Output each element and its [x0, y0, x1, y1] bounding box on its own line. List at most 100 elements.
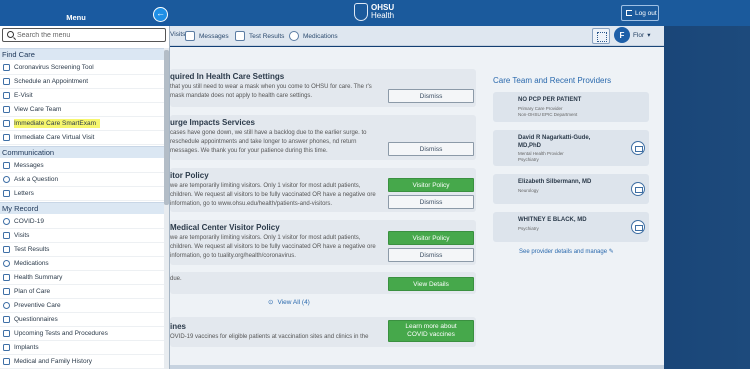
menu-search-input[interactable] — [17, 30, 163, 40]
view-all-link[interactable]: ⊙ View All (4) — [268, 298, 310, 307]
dismiss-button[interactable]: Dismiss — [388, 248, 474, 262]
pill-icon — [3, 259, 10, 267]
menu-item-messages[interactable]: Messages — [0, 159, 164, 173]
ohsu-logo[interactable]: OHSU Health — [354, 3, 394, 21]
questionnaire-icon — [3, 315, 10, 323]
menu-item-label: Immediate Care SmartExam — [14, 118, 100, 128]
alert-title: ines — [170, 322, 187, 331]
menu-search[interactable] — [2, 28, 166, 42]
message-provider-icon[interactable] — [631, 141, 645, 155]
clipboard-icon — [3, 63, 10, 71]
menu-item-label: Coronavirus Screening Tool — [14, 63, 94, 71]
menu-item-visits[interactable]: Visits — [0, 229, 164, 243]
care-team-icon — [3, 105, 10, 113]
menu-item-coronavirus-screening[interactable]: Coronavirus Screening Tool — [0, 61, 164, 75]
side-menu: Menu ← Find Care Coronavirus Screening T… — [0, 0, 170, 369]
care-team-panel: Care Team and Recent Providers NO PCP PE… — [485, 70, 655, 270]
visitor-policy-button[interactable]: Visitor Policy — [388, 178, 474, 192]
menu-item-implants[interactable]: Implants — [0, 341, 164, 355]
provider-card[interactable]: David R Nagarkatti-Gude, MD,PhD Mental H… — [493, 130, 649, 166]
menu-item-label: Health Summary — [14, 273, 63, 281]
menu-item-preventive-care[interactable]: Preventive Care — [0, 299, 164, 313]
menu-section-find-care: Find Care — [0, 48, 164, 60]
message-provider-icon[interactable] — [631, 220, 645, 234]
alert-card: ines OVID-19 vaccines for eligible patie… — [170, 317, 476, 347]
menu-item-immediate-care-virtual-visit[interactable]: Immediate Care Virtual Visit — [0, 131, 164, 145]
menu-scrollbar[interactable] — [164, 48, 169, 369]
see-provider-details-label: See provider details and manage — [519, 249, 608, 255]
dismiss-button[interactable]: Dismiss — [388, 89, 474, 103]
menu-item-ask-a-question[interactable]: Ask a Question — [0, 173, 164, 187]
plan-icon — [3, 287, 10, 295]
alert-text: OVID-19 vaccines for eligible patients a… — [170, 334, 369, 340]
menu-item-label: Ask a Question — [14, 175, 59, 183]
stethoscope-icon — [3, 231, 10, 239]
logout-button[interactable]: Log out — [621, 5, 659, 21]
view-details-button[interactable]: View Details — [388, 277, 474, 291]
menubar-item-label: Test Results — [249, 32, 285, 40]
logout-icon — [626, 10, 632, 16]
alert-card: Medical Center Visitor Policy we are tem… — [170, 220, 476, 265]
menu-item-upcoming-tests[interactable]: Upcoming Tests and Procedures — [0, 327, 164, 341]
provider-name: NO PCP PER PATIENT — [518, 97, 582, 103]
user-menu[interactable]: F Flor ▾ — [614, 27, 650, 43]
menu-item-plan-of-care[interactable]: Plan of Care — [0, 285, 164, 299]
apps-grid-button[interactable] — [592, 28, 610, 44]
provider-card[interactable]: WHITNEY E BLACK, MD Psychiatry — [493, 212, 649, 242]
covid-vaccines-button[interactable]: Learn more about COVID vaccines — [388, 320, 474, 342]
menu-close-button[interactable]: ← — [153, 7, 168, 22]
menu-item-label: Plan of Care — [14, 287, 51, 295]
view-all-label: View All (4) — [277, 298, 310, 306]
menu-item-immediate-care-smartexam[interactable]: Immediate Care SmartExam — [0, 117, 164, 131]
menu-item-label: E-Visit — [14, 91, 33, 99]
calendar-test-icon — [3, 329, 10, 337]
menu-item-questionnaires[interactable]: Questionnaires — [0, 313, 164, 327]
provider-card[interactable]: NO PCP PER PATIENT Primary Care Provider… — [493, 92, 649, 122]
menubar-item-medications[interactable]: Medications — [289, 31, 338, 41]
menubar-item-messages[interactable]: Messages — [185, 31, 229, 41]
alert-text: due. — [170, 276, 182, 282]
menubar-item-test-results[interactable]: Test Results — [235, 31, 284, 41]
menu-item-label: Messages — [14, 161, 44, 169]
provider-card[interactable]: Elizabeth Silbermann, MD Neurology — [493, 174, 649, 204]
arrow-left-icon: ← — [156, 8, 165, 18]
alert-card: itor Policy we are temporarily limiting … — [170, 168, 476, 212]
menu-item-label: Medications — [14, 259, 49, 267]
alert-title: urge Impacts Services — [170, 118, 255, 127]
heart-icon — [3, 273, 10, 281]
menu-item-label: Test Results — [14, 245, 50, 253]
see-provider-details-link[interactable]: See provider details and manage ✎ — [519, 248, 614, 255]
alert-title: itor Policy — [170, 171, 209, 180]
shield-check-icon — [3, 301, 10, 309]
menu-item-medical-family-history[interactable]: Medical and Family History — [0, 355, 164, 369]
alert-text: we are temporarily limiting visitors. On… — [170, 235, 376, 259]
menubar-item-visits[interactable]: Visits — [170, 31, 185, 38]
menu-item-letters[interactable]: Letters — [0, 187, 164, 201]
alert-text: we are temporarily limiting visitors. On… — [170, 183, 376, 207]
implant-icon — [3, 343, 10, 351]
test-tube-icon — [235, 31, 245, 41]
menu-item-test-results[interactable]: Test Results — [0, 243, 164, 257]
menu-item-health-summary[interactable]: Health Summary — [0, 271, 164, 285]
menu-item-medications[interactable]: Medications — [0, 257, 164, 271]
alert-card: due. View Details — [170, 272, 476, 294]
menu-item-label: Questionnaires — [14, 315, 58, 323]
menu-item-label: Schedule an Appointment — [14, 77, 89, 85]
menubar-item-label: Medications — [303, 32, 338, 40]
envelope-icon — [3, 161, 10, 169]
menubar-item-label: Messages — [199, 32, 229, 40]
dismiss-button[interactable]: Dismiss — [388, 142, 474, 156]
menu-item-view-care-team[interactable]: View Care Team — [0, 103, 164, 117]
message-provider-icon[interactable] — [631, 182, 645, 196]
provider-department: Psychiatry — [518, 157, 539, 162]
menu-title: Menu — [66, 13, 86, 22]
dismiss-button[interactable]: Dismiss — [388, 195, 474, 209]
menu-scroll-thumb[interactable] — [164, 50, 169, 205]
laptop-icon — [3, 91, 10, 99]
visitor-policy-button[interactable]: Visitor Policy — [388, 231, 474, 245]
menu-item-schedule-appointment[interactable]: Schedule an Appointment — [0, 75, 164, 89]
menu-item-covid-19[interactable]: COVID-19 — [0, 215, 164, 229]
menu-item-e-visit[interactable]: E-Visit — [0, 89, 164, 103]
pill-icon — [289, 31, 299, 41]
menu-header: Menu ← — [0, 0, 170, 26]
